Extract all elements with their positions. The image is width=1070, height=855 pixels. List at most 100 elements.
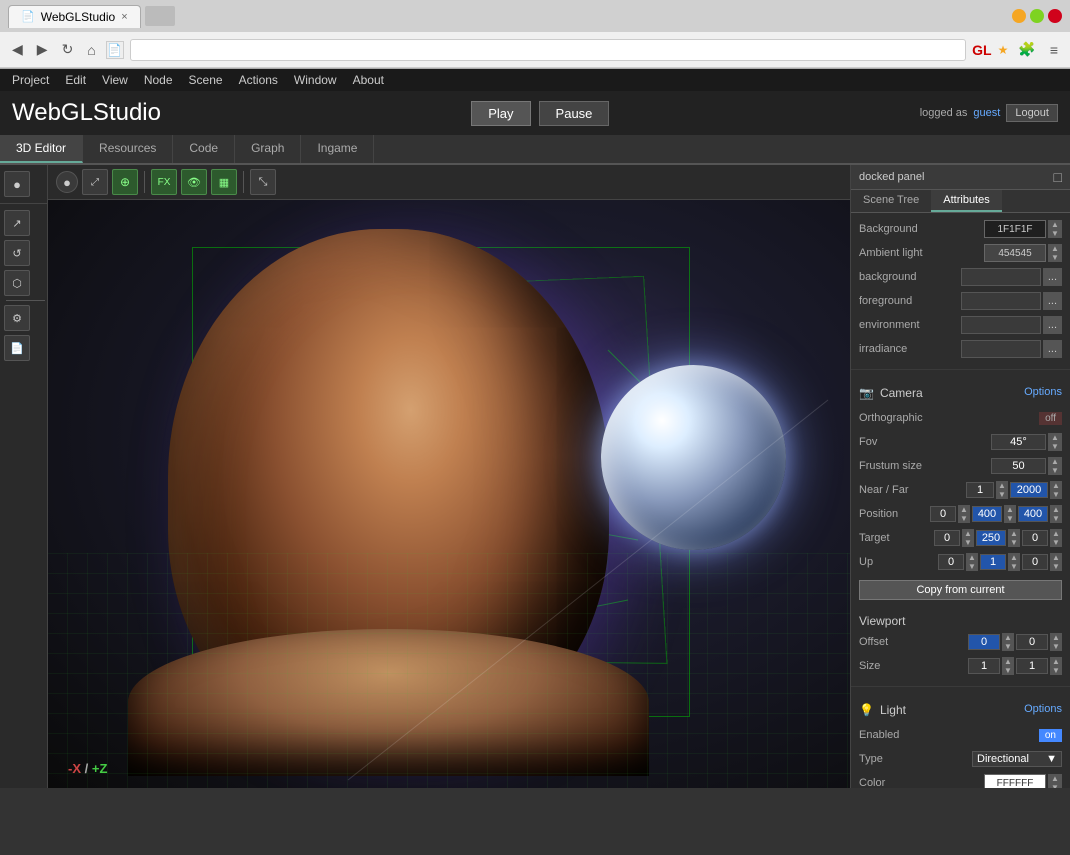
extensions-btn[interactable]: 🧩 bbox=[1014, 39, 1039, 60]
near-value[interactable]: 1 bbox=[966, 482, 994, 498]
fov-spin-down[interactable]: ▼ bbox=[1048, 442, 1062, 451]
copy-from-current-btn[interactable]: Copy from current bbox=[859, 580, 1062, 600]
panel-close-btn[interactable]: □ bbox=[1054, 169, 1062, 185]
pause-button[interactable]: Pause bbox=[539, 101, 610, 126]
far-spin-up[interactable]: ▲ bbox=[1050, 481, 1062, 490]
pos-x[interactable]: 0 bbox=[930, 506, 956, 522]
attributes-tab[interactable]: Attributes bbox=[931, 190, 1001, 212]
size-x-up[interactable]: ▲ bbox=[1002, 657, 1014, 666]
fov-value[interactable]: 45° bbox=[991, 434, 1046, 450]
pos-z-up[interactable]: ▲ bbox=[1050, 505, 1062, 514]
up-y-down[interactable]: ▼ bbox=[1008, 562, 1020, 571]
offset-y[interactable]: 0 bbox=[1016, 634, 1048, 650]
irr-texture-input[interactable] bbox=[961, 340, 1041, 358]
menu-project[interactable]: Project bbox=[12, 73, 49, 87]
light-color-down[interactable]: ▼ bbox=[1048, 783, 1062, 788]
tgt-z-down[interactable]: ▼ bbox=[1050, 538, 1062, 547]
far-spin-down[interactable]: ▼ bbox=[1050, 490, 1062, 499]
size-y-down[interactable]: ▼ bbox=[1050, 666, 1062, 675]
size-x[interactable]: 1 bbox=[968, 658, 1000, 674]
light-color-up[interactable]: ▲ bbox=[1048, 774, 1062, 783]
star-icon[interactable]: ★ bbox=[998, 43, 1009, 57]
up-x-down[interactable]: ▼ bbox=[966, 562, 978, 571]
circle-tool-btn[interactable]: ● bbox=[4, 171, 30, 197]
tab-close-btn[interactable]: × bbox=[121, 11, 127, 23]
light-color-swatch[interactable]: FFFFFF bbox=[984, 774, 1046, 788]
size-y-up[interactable]: ▲ bbox=[1050, 657, 1062, 666]
fov-spin-up[interactable]: ▲ bbox=[1048, 433, 1062, 442]
scale-btn[interactable]: ⬡ bbox=[4, 270, 30, 296]
camera-options-btn[interactable]: Options bbox=[1024, 386, 1062, 398]
eye-btn[interactable]: 👁 bbox=[181, 169, 207, 195]
new-tab-btn[interactable] bbox=[145, 6, 175, 26]
background-spin-up[interactable]: ▲ bbox=[1048, 220, 1062, 229]
scene-tree-tab[interactable]: Scene Tree bbox=[851, 190, 931, 212]
menu-edit[interactable]: Edit bbox=[65, 73, 86, 87]
up-y[interactable]: 1 bbox=[980, 554, 1006, 570]
ambient-spin-up[interactable]: ▲ bbox=[1048, 244, 1062, 253]
tool-btn-4[interactable]: ⚙ bbox=[4, 305, 30, 331]
near-spin-down[interactable]: ▼ bbox=[996, 490, 1008, 499]
pos-y-down[interactable]: ▼ bbox=[1004, 514, 1016, 523]
browser-tab[interactable]: 📄 WebGLStudio × bbox=[8, 5, 141, 28]
up-z-down[interactable]: ▼ bbox=[1050, 562, 1062, 571]
irr-texture-dots[interactable]: ... bbox=[1043, 340, 1062, 358]
size-y[interactable]: 1 bbox=[1016, 658, 1048, 674]
near-spin-up[interactable]: ▲ bbox=[996, 481, 1008, 490]
pos-y[interactable]: 400 bbox=[972, 506, 1002, 522]
env-texture-input[interactable] bbox=[961, 316, 1041, 334]
offset-y-down[interactable]: ▼ bbox=[1050, 642, 1062, 651]
tgt-x[interactable]: 0 bbox=[934, 530, 960, 546]
up-x-up[interactable]: ▲ bbox=[966, 553, 978, 562]
forward-btn[interactable]: ▶ bbox=[33, 39, 52, 60]
offset-x-down[interactable]: ▼ bbox=[1002, 642, 1014, 651]
offset-x[interactable]: 0 bbox=[968, 634, 1000, 650]
menu-window[interactable]: Window bbox=[294, 73, 337, 87]
ambient-color-swatch[interactable]: 454545 bbox=[984, 244, 1046, 262]
pos-z[interactable]: 400 bbox=[1018, 506, 1048, 522]
menu-scene[interactable]: Scene bbox=[189, 73, 223, 87]
refresh-btn[interactable]: ↻ bbox=[58, 39, 78, 60]
3d-viewport[interactable]: -X / +Z bbox=[48, 200, 850, 788]
tab-code[interactable]: Code bbox=[173, 135, 235, 163]
tgt-y[interactable]: 250 bbox=[976, 530, 1006, 546]
pos-y-up[interactable]: ▲ bbox=[1004, 505, 1016, 514]
pos-x-up[interactable]: ▲ bbox=[958, 505, 970, 514]
up-z-up[interactable]: ▲ bbox=[1050, 553, 1062, 562]
size-x-down[interactable]: ▼ bbox=[1002, 666, 1014, 675]
frustum-size-value[interactable]: 50 bbox=[991, 458, 1046, 474]
fg-texture-dots[interactable]: ... bbox=[1043, 292, 1062, 310]
bg-texture-input[interactable] bbox=[961, 268, 1041, 286]
type-dropdown[interactable]: Directional ▼ bbox=[972, 751, 1062, 767]
win-max-btn[interactable] bbox=[1030, 9, 1044, 23]
grid-btn[interactable]: ⊕ bbox=[112, 169, 138, 195]
tgt-z-up[interactable]: ▲ bbox=[1050, 529, 1062, 538]
up-x[interactable]: 0 bbox=[938, 554, 964, 570]
offset-x-up[interactable]: ▲ bbox=[1002, 633, 1014, 642]
tgt-y-down[interactable]: ▼ bbox=[1008, 538, 1020, 547]
tab-resources[interactable]: Resources bbox=[83, 135, 173, 163]
fg-texture-input[interactable] bbox=[961, 292, 1041, 310]
home-btn[interactable]: ⌂ bbox=[83, 40, 99, 60]
tgt-y-up[interactable]: ▲ bbox=[1008, 529, 1020, 538]
menu-about[interactable]: About bbox=[353, 73, 384, 87]
win-close-btn[interactable] bbox=[1048, 9, 1062, 23]
user-link[interactable]: guest bbox=[973, 107, 1000, 119]
ambient-spin-down[interactable]: ▼ bbox=[1048, 253, 1062, 262]
light-options-btn[interactable]: Options bbox=[1024, 703, 1062, 715]
logout-button[interactable]: Logout bbox=[1006, 104, 1058, 122]
up-z[interactable]: 0 bbox=[1022, 554, 1048, 570]
fx-btn[interactable]: FX bbox=[151, 169, 177, 195]
menu-btn[interactable]: ≡ bbox=[1046, 40, 1062, 60]
grid2-btn[interactable]: ▦ bbox=[211, 169, 237, 195]
tab-3d-editor[interactable]: 3D Editor bbox=[0, 135, 83, 163]
play-button[interactable]: Play bbox=[471, 101, 530, 126]
tgt-x-up[interactable]: ▲ bbox=[962, 529, 974, 538]
bg-texture-dots[interactable]: ... bbox=[1043, 268, 1062, 286]
background-spin-down[interactable]: ▼ bbox=[1048, 229, 1062, 238]
orthographic-toggle[interactable]: off bbox=[1039, 412, 1062, 425]
back-btn[interactable]: ◀ bbox=[8, 39, 27, 60]
expand-btn[interactable]: ⤡ bbox=[250, 169, 276, 195]
pos-z-down[interactable]: ▼ bbox=[1050, 514, 1062, 523]
offset-y-up[interactable]: ▲ bbox=[1050, 633, 1062, 642]
